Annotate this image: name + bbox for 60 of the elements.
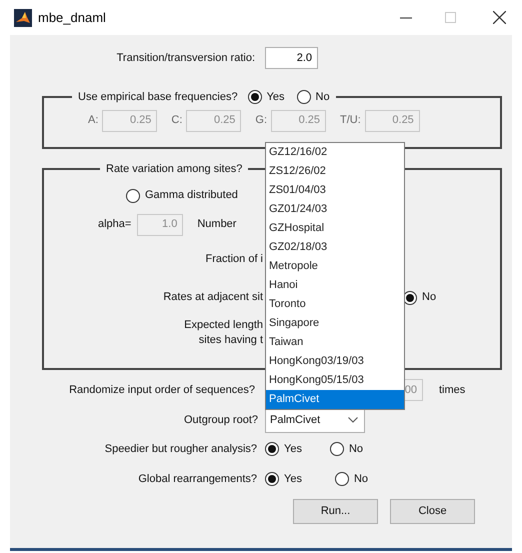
app-logo-icon [14, 8, 32, 26]
dropdown-option[interactable]: Taiwan [266, 333, 404, 352]
radio-button[interactable] [248, 90, 262, 104]
dropdown-option[interactable]: HongKong03/19/03 [266, 352, 404, 371]
chevron-down-icon [348, 417, 358, 423]
window-title: mbe_dnaml [38, 8, 106, 27]
radio-option[interactable]: Yes [248, 89, 285, 106]
label: Speedier but rougher analysis? [104, 442, 257, 455]
label: T/U: [340, 113, 361, 128]
label: sites having t [198, 332, 263, 348]
radio-option[interactable]: Gamma distributed [126, 187, 238, 204]
label: Expected length [184, 318, 263, 332]
radio-option[interactable]: Yes [265, 440, 302, 458]
radio-option[interactable]: No [334, 470, 368, 488]
close-button[interactable]: Close [390, 498, 475, 524]
dropdown-option[interactable]: PalmCivet [266, 390, 404, 409]
dropdown-option[interactable]: Toronto [266, 295, 404, 314]
radio-option[interactable]: No [330, 440, 364, 458]
run-button[interactable]: Run... [293, 498, 378, 524]
dropdown-option[interactable]: Hanoi [266, 276, 404, 295]
close-icon[interactable] [493, 11, 506, 24]
radio-option[interactable]: Yes [265, 470, 302, 488]
radio-label: Yes [284, 442, 302, 457]
label: alpha= [98, 217, 132, 232]
dropdown-option[interactable]: Singapore [266, 314, 404, 333]
dropdown-option[interactable]: GZHospital [266, 219, 404, 238]
radio-option[interactable]: No [296, 89, 330, 106]
radio-label: No [422, 290, 436, 306]
radio-button[interactable] [334, 472, 349, 486]
radio-button[interactable] [265, 472, 279, 486]
label: Fraction of i [206, 253, 263, 266]
radio-label: No [316, 90, 330, 105]
radio-button[interactable] [265, 442, 279, 456]
input-field[interactable]: 2.0 [265, 47, 318, 69]
radio-label: Yes [284, 472, 302, 487]
label: Transition/transversion ratio: [116, 52, 255, 64]
radio-label: Yes [266, 90, 285, 105]
label: Global rearrangements? [138, 472, 257, 485]
dropdown-option[interactable]: Metropole [266, 257, 404, 276]
dropdown-option[interactable]: ZS01/04/03 [266, 181, 404, 200]
dropdown-option[interactable]: GZ12/16/02 [266, 143, 404, 162]
radio-label: No [348, 442, 364, 457]
radio-button[interactable] [126, 188, 140, 202]
label: Use empirical base frequencies? [78, 90, 238, 105]
radio-label: No [354, 472, 368, 487]
label: Number [197, 217, 236, 232]
label: A: [88, 113, 98, 128]
dropdown-option[interactable]: ZS12/26/02 [266, 162, 404, 181]
label: times [439, 382, 466, 398]
label: Rate variation among sites? [106, 163, 242, 175]
label: Randomize input order of sequences? [69, 384, 255, 396]
radio-label: Gamma distributed [145, 188, 238, 204]
label: G: [255, 113, 268, 128]
radio-button[interactable] [330, 442, 344, 456]
label: Outgroup root? [184, 414, 258, 426]
dropdown-option[interactable]: GZ02/18/03 [266, 238, 404, 257]
radio-button[interactable] [296, 90, 311, 104]
dropdown-option[interactable]: GZ01/24/03 [266, 200, 404, 219]
label: Rates at adjacent sit [163, 291, 263, 304]
label: C: [171, 113, 182, 128]
